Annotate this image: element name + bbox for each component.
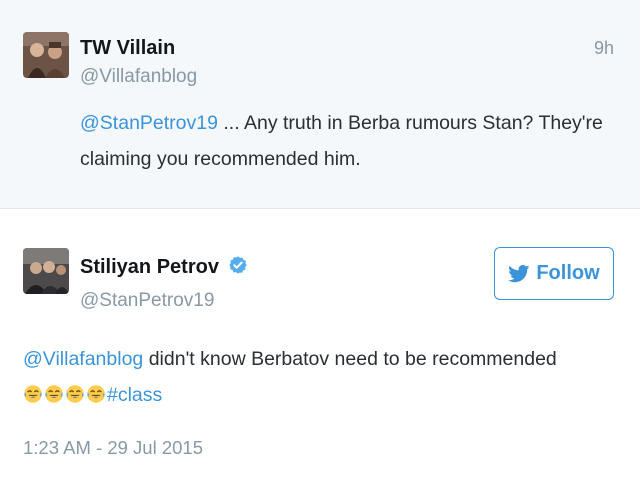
follow-button-label[interactable]: Follow [536, 262, 599, 285]
follow-button[interactable]: Follow [494, 247, 614, 300]
tweet-timestamp[interactable]: 1:23 AM - 29 Jul 2015 [23, 437, 203, 459]
mention-link[interactable]: @StanPetrov19 [80, 112, 218, 134]
user-name[interactable]: Stiliyan Petrov [80, 255, 248, 279]
tweet-text-line1: ... Any truth in Berba rumours Stan? The… [217, 112, 603, 134]
user-handle[interactable]: @Villafanblog [80, 66, 197, 88]
emoji-group [23, 384, 107, 406]
avatar[interactable] [23, 32, 69, 78]
twitter-bird-icon [508, 264, 530, 282]
avatar[interactable] [23, 248, 69, 294]
mention-link[interactable]: @Villafanblog [23, 348, 143, 370]
face-with-tears-of-joy-icon [24, 385, 42, 403]
tweet-divider [0, 208, 640, 209]
user-name-text[interactable]: Stiliyan Petrov [80, 256, 219, 278]
tweet-text: @StanPetrov19 ... Any truth in Berba rum… [80, 105, 620, 177]
face-with-tears-of-joy-icon [87, 385, 105, 403]
tweet-text-line1: didn't know Berbatov need to be recommen… [143, 348, 557, 370]
tweet-time[interactable]: 9h [594, 38, 614, 59]
reply-tweet: TW Villain @Villafanblog 9h @StanPetrov1… [0, 0, 640, 208]
face-with-tears-of-joy-icon [45, 385, 63, 403]
face-with-tears-of-joy-icon [66, 385, 84, 403]
verified-badge-icon [228, 256, 247, 274]
user-name[interactable]: TW Villain [80, 37, 175, 60]
hashtag-link[interactable]: #class [107, 384, 162, 406]
tweet-text: @Villafanblog didn't know Berbatov need … [23, 341, 623, 413]
user-handle[interactable]: @StanPetrov19 [80, 290, 214, 312]
tweet-text-line2: claiming you recommended him. [80, 148, 361, 170]
